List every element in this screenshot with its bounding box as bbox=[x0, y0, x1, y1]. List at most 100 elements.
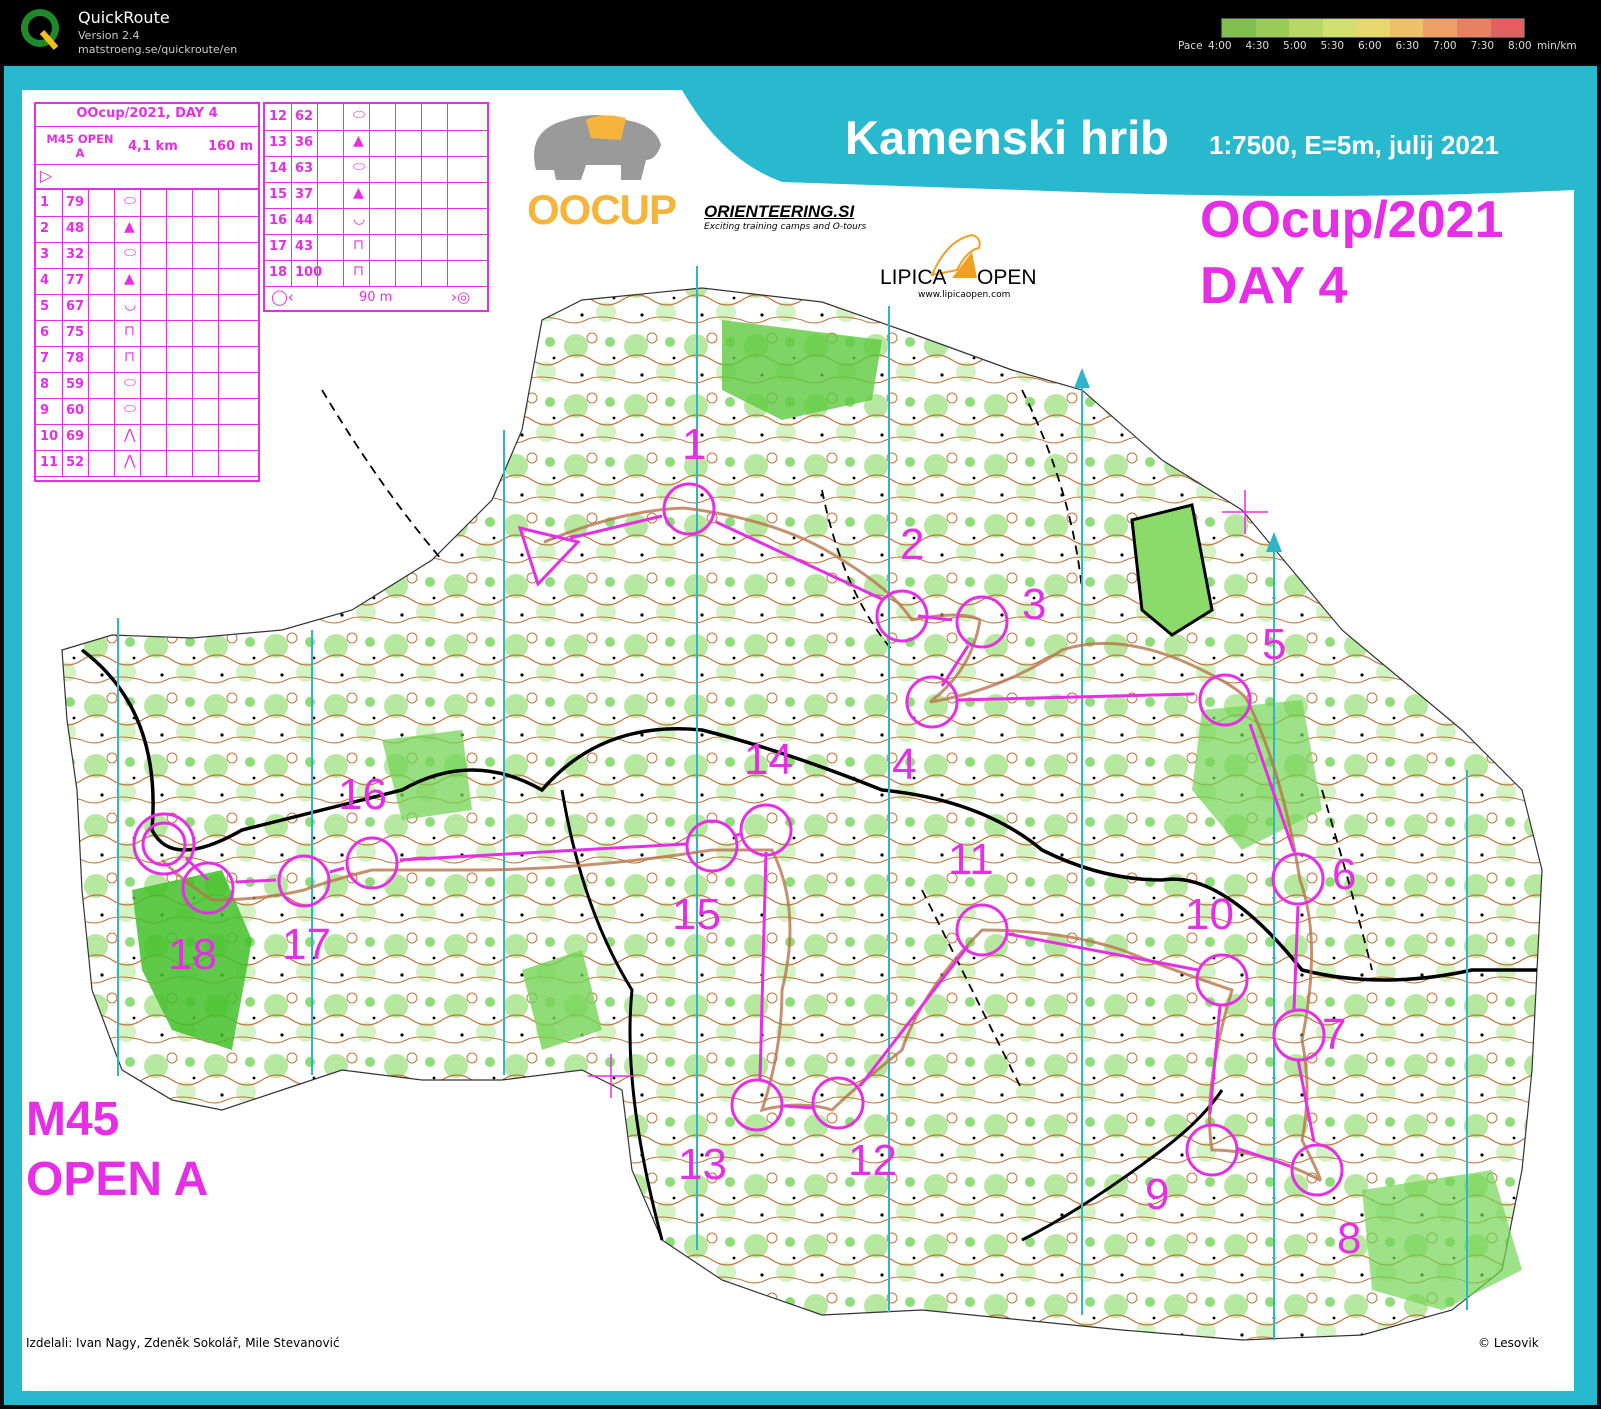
app-titlebar: QuickRoute Version 2.4 matstroeng.se/qui… bbox=[0, 0, 1601, 64]
control-code: 100 bbox=[295, 265, 323, 280]
control-code: 32 bbox=[66, 247, 85, 262]
control-order: 18 bbox=[269, 265, 288, 280]
control-code: 67 bbox=[66, 299, 85, 314]
pace-tick-label: 6:30 bbox=[1395, 40, 1420, 52]
description-title: OOcup/2021, DAY 4 bbox=[76, 106, 218, 121]
control-description-right: 12 62 ⬭ 13 36 ▲ 14 63 ⬭ 15 37 ▲ 16 44 ◡ 17 43 ⊓ 18 100 ⊓ ◯‹ … bbox=[263, 102, 489, 312]
forest-patch bbox=[1362, 1170, 1522, 1310]
control-order: 4 bbox=[40, 273, 50, 288]
control-number-17: 17 bbox=[282, 920, 331, 969]
pace-color-segment bbox=[1289, 19, 1323, 37]
control-number-10: 10 bbox=[1185, 890, 1234, 939]
map-title: Kamenski hrib bbox=[845, 111, 1169, 164]
event-title: OOcup/2021 bbox=[1200, 191, 1504, 249]
finish-route-start-icon: ◯‹ bbox=[271, 288, 294, 306]
control-code: 52 bbox=[66, 455, 85, 470]
pace-color-bar bbox=[1221, 18, 1525, 38]
pace-tick-label: 6:00 bbox=[1358, 40, 1382, 52]
control-code: 78 bbox=[66, 351, 85, 366]
control-order: 13 bbox=[269, 135, 288, 150]
control-code: 59 bbox=[66, 377, 85, 392]
orienteering-map[interactable]: 1 2 3 4 5 6 7 8 9 10 11 12 13 14 15 16 17 18 Kamenski hri… bbox=[22, 90, 1574, 1391]
class-name: M45 bbox=[26, 1093, 120, 1146]
pace-color-segment bbox=[1490, 19, 1525, 37]
description-row: 5 67 ◡ bbox=[36, 294, 258, 321]
control-order: 7 bbox=[40, 351, 50, 366]
control-number-12: 12 bbox=[848, 1136, 897, 1185]
control-number-8: 8 bbox=[1337, 1214, 1362, 1263]
description-row: 9 60 ⬭ bbox=[36, 398, 258, 425]
oocup-bear-icon bbox=[534, 115, 661, 180]
control-code: 37 bbox=[295, 187, 314, 202]
feature-symbol-icon: ◡ bbox=[124, 297, 137, 313]
pace-color-segment bbox=[1456, 19, 1491, 37]
control-code: 63 bbox=[295, 161, 314, 176]
feature-symbol-icon: ⊓ bbox=[124, 323, 135, 339]
description-row: 15 37 ▲ bbox=[265, 182, 487, 209]
description-row: 7 78 ⊓ bbox=[36, 346, 258, 373]
feature-symbol-icon: ▲ bbox=[124, 219, 135, 235]
finish-symbol-icon: ›◎ bbox=[451, 288, 471, 306]
control-order: 16 bbox=[269, 213, 288, 228]
pace-color-segment bbox=[1255, 19, 1290, 37]
control-number-1: 1 bbox=[682, 420, 707, 469]
control-number-7: 7 bbox=[1322, 1010, 1347, 1059]
control-code: 75 bbox=[66, 325, 85, 340]
control-order: 5 bbox=[40, 299, 50, 314]
lipica-url: www.lipicaopen.com bbox=[918, 290, 1011, 300]
control-order: 11 bbox=[40, 455, 59, 470]
control-code: 77 bbox=[66, 273, 85, 288]
description-row: 1 79 ⬭ bbox=[36, 190, 258, 217]
description-row: 14 63 ⬭ bbox=[265, 156, 487, 183]
description-row: 13 36 ▲ bbox=[265, 130, 487, 157]
feature-symbol-icon: ⋀ bbox=[124, 427, 136, 443]
description-row: 12 62 ⬭ bbox=[265, 104, 487, 131]
control-order: 14 bbox=[269, 161, 288, 176]
pace-tick-label: 8:00 bbox=[1508, 40, 1532, 52]
description-row: 18 100 ⊓ bbox=[265, 260, 487, 287]
pace-tick-label: 5:00 bbox=[1283, 40, 1307, 52]
control-order: 8 bbox=[40, 377, 50, 392]
description-row: 4 77 ▲ bbox=[36, 268, 258, 295]
app-name: QuickRoute bbox=[78, 8, 170, 27]
description-row: 3 32 ⬭ bbox=[36, 242, 258, 269]
orienteering-si-tagline: Exciting training camps and O-tours bbox=[704, 222, 867, 232]
control-number-2: 2 bbox=[900, 520, 925, 569]
oocup-brand: OOCUP bbox=[527, 186, 677, 233]
description-row: 16 44 ◡ bbox=[265, 208, 487, 235]
control-order: 15 bbox=[269, 187, 288, 202]
map-credits: Izdelali: Ivan Nagy, Zdeněk Sokolář, Mil… bbox=[26, 1336, 340, 1350]
feature-symbol-icon: ⬭ bbox=[124, 401, 136, 417]
terrain-area bbox=[61, 287, 1543, 1341]
feature-symbol-icon: ⋀ bbox=[124, 453, 136, 469]
feature-symbol-icon: ◡ bbox=[353, 211, 366, 227]
pace-color-segment bbox=[1322, 19, 1357, 37]
quickroute-logo-icon bbox=[21, 9, 59, 50]
control-code: 43 bbox=[295, 239, 314, 254]
pace-color-segment bbox=[1222, 19, 1256, 37]
control-number-9: 9 bbox=[1145, 1170, 1170, 1219]
feature-symbol-icon: ▲ bbox=[353, 185, 364, 201]
control-code: 44 bbox=[295, 213, 314, 228]
control-number-14: 14 bbox=[744, 735, 793, 784]
pace-tick-label: 4:00 bbox=[1208, 40, 1232, 52]
control-code: 60 bbox=[66, 403, 85, 418]
orienteering-si-brand: ORIENTEERING.SI bbox=[704, 202, 855, 221]
pace-color-segment bbox=[1389, 19, 1424, 37]
control-number-3: 3 bbox=[1022, 580, 1047, 629]
map-copyright: © Lesovik bbox=[1478, 1336, 1539, 1350]
control-number-18: 18 bbox=[168, 930, 217, 979]
description-climb: 160 m bbox=[208, 139, 254, 154]
map-scale-info: 1:7500, E=5m, julij 2021 bbox=[1209, 130, 1499, 160]
control-order: 12 bbox=[269, 109, 288, 124]
control-code: 36 bbox=[295, 135, 314, 150]
control-number-11: 11 bbox=[948, 835, 994, 884]
control-order: 10 bbox=[40, 429, 59, 444]
event-day: DAY 4 bbox=[1200, 257, 1348, 315]
pace-tick-label: 7:00 bbox=[1433, 40, 1457, 52]
control-number-4: 4 bbox=[892, 740, 917, 789]
control-description-left: OOcup/2021, DAY 4 M45 OPEN A 4,1 km 160 … bbox=[34, 102, 260, 482]
feature-symbol-icon: ⬭ bbox=[353, 107, 365, 123]
control-code: 79 bbox=[66, 195, 85, 210]
app-url[interactable]: matstroeng.se/quickroute/en bbox=[78, 43, 237, 56]
